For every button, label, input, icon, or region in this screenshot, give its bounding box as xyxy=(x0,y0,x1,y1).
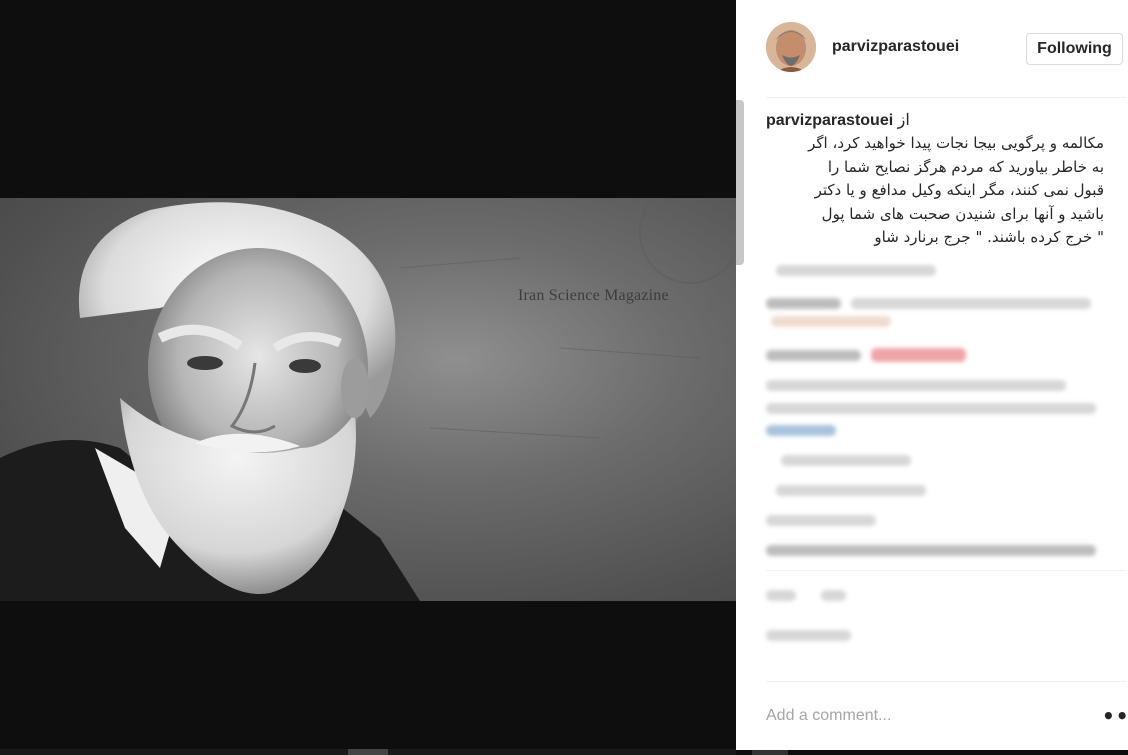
input-divider xyxy=(766,681,1126,682)
blurred-line xyxy=(766,350,861,361)
header-divider xyxy=(766,97,1126,98)
post-side-panel: parvizparastouei Following parvizparasto… xyxy=(736,0,1128,750)
caption-via-prefix: از xyxy=(897,112,910,129)
post-header: parvizparastouei Following xyxy=(736,0,1128,97)
blurred-line xyxy=(766,380,1066,391)
media-viewer: Iran Science Magazine xyxy=(0,0,736,755)
blurred-line xyxy=(766,298,841,309)
portrait-image xyxy=(0,198,736,601)
caption-author-line: parvizparastouei از xyxy=(766,110,1104,132)
blurred-comments xyxy=(766,260,1106,680)
more-options-icon[interactable]: ••• xyxy=(1102,706,1128,726)
blurred-line xyxy=(871,348,966,362)
blurred-line xyxy=(766,515,876,526)
caption-scrollbar[interactable] xyxy=(736,100,744,265)
comments-divider xyxy=(766,570,1126,571)
caption-block: parvizparastouei از مکالمه و پرگویی بیجا… xyxy=(766,110,1104,250)
media-scroll-thumb[interactable] xyxy=(348,749,388,755)
add-comment-input[interactable] xyxy=(766,703,1066,729)
following-button[interactable]: Following xyxy=(1026,33,1123,65)
blurred-line xyxy=(766,425,836,436)
image-watermark: Iran Science Magazine xyxy=(518,287,669,304)
blurred-line xyxy=(766,590,796,601)
blurred-line xyxy=(776,265,936,276)
blurred-line xyxy=(766,403,1096,414)
post-photo[interactable]: Iran Science Magazine xyxy=(0,198,736,601)
post-username[interactable]: parvizparastouei xyxy=(832,38,959,56)
caption-username[interactable]: parvizparastouei xyxy=(766,112,893,129)
blurred-line xyxy=(851,298,1091,309)
blurred-line xyxy=(776,485,926,496)
blurred-line xyxy=(766,630,851,641)
blurred-line xyxy=(766,545,1096,556)
blurred-line xyxy=(781,455,911,466)
blurred-line xyxy=(821,590,846,601)
caption-text: مکالمه و پرگویی بیجا نجات پیدا خواهید کر… xyxy=(808,134,1104,246)
avatar-image xyxy=(766,22,816,72)
blurred-line xyxy=(771,316,891,327)
avatar[interactable] xyxy=(766,22,816,72)
